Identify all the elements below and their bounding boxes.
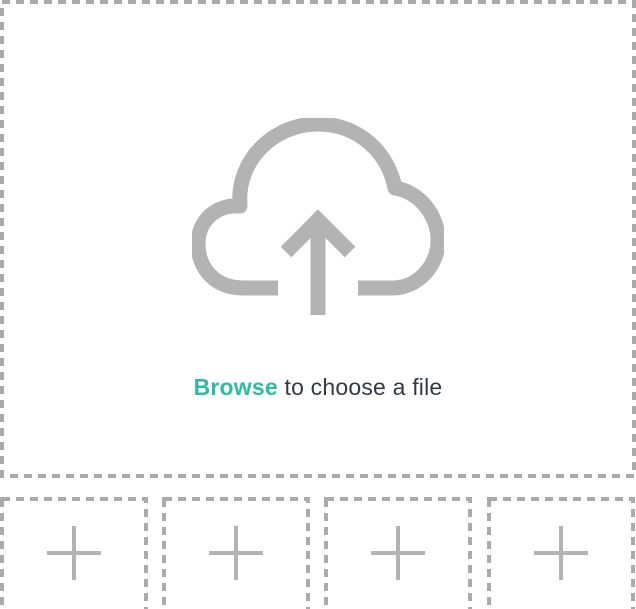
- file-dropzone[interactable]: Browse to choose a file: [0, 0, 636, 478]
- add-file-slot-3[interactable]: [324, 497, 472, 609]
- cloud-upload-icon: [192, 118, 444, 315]
- plus-icon: [371, 526, 425, 580]
- add-file-slot-4[interactable]: [487, 497, 635, 609]
- add-file-slot-1[interactable]: [0, 497, 148, 609]
- browse-link[interactable]: Browse: [194, 374, 278, 400]
- dropzone-instruction: Browse to choose a file: [0, 374, 636, 401]
- instruction-text: to choose a file: [277, 374, 443, 400]
- add-file-slot-2[interactable]: [162, 497, 310, 609]
- plus-icon: [534, 526, 588, 580]
- plus-icon: [209, 526, 263, 580]
- plus-icon: [47, 526, 101, 580]
